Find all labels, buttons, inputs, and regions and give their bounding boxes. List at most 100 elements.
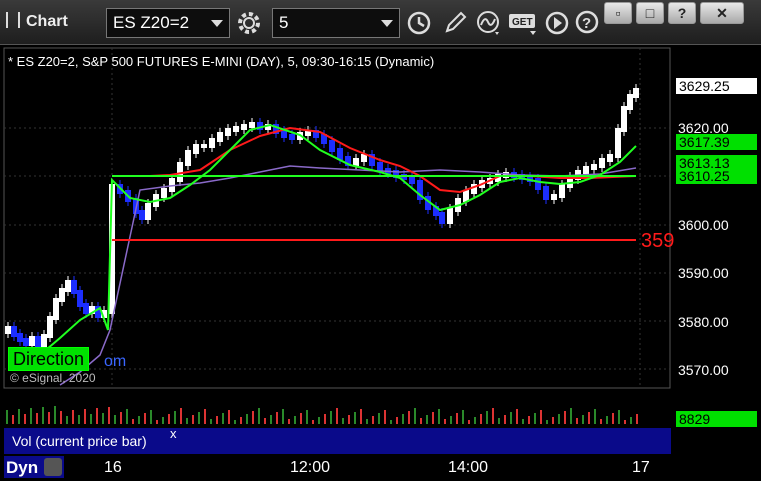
- volume-bar: [204, 409, 206, 424]
- symbol-combo[interactable]: ES Z20=2: [106, 8, 230, 38]
- volume-bar: [390, 420, 392, 424]
- candle-body: [17, 333, 23, 342]
- volume-bar: [300, 413, 302, 424]
- candle-body: [329, 140, 335, 152]
- volume-bar: [162, 417, 164, 424]
- volume-bar: [588, 412, 590, 424]
- candle-body: [185, 150, 191, 166]
- volume-bar: [90, 414, 92, 424]
- price-tick: 3580.00: [678, 314, 729, 330]
- volume-bar: [348, 415, 350, 424]
- help-button[interactable]: ?: [574, 8, 600, 38]
- volume-bar: [138, 416, 140, 424]
- volume-bar: [60, 411, 62, 424]
- direction-badge: Direction: [8, 347, 90, 371]
- volume-bar: [480, 414, 482, 424]
- maximize-window-button[interactable]: □: [636, 2, 664, 24]
- candle-body: [59, 288, 65, 302]
- volume-bar: [384, 410, 386, 424]
- volume-bar: [210, 419, 212, 424]
- volume-bar: [486, 411, 488, 424]
- volume-bar: [510, 412, 512, 424]
- candle-body: [559, 184, 565, 198]
- studies-button[interactable]: [474, 8, 504, 38]
- clock-button[interactable]: [404, 8, 434, 38]
- price-tick: 3600.00: [678, 217, 729, 233]
- volume-bar: [168, 414, 170, 424]
- volume-bar: [12, 415, 14, 424]
- volume-bar: [396, 417, 398, 424]
- candle-body: [209, 138, 215, 148]
- volume-bar: [498, 418, 500, 424]
- app-title-text: Chart: [26, 13, 68, 30]
- volume-bar: [144, 413, 146, 424]
- candle-body: [77, 290, 83, 307]
- volume-bar: [222, 413, 224, 424]
- volume-close-icon[interactable]: x: [170, 426, 177, 441]
- time-tick: 14:00: [448, 459, 489, 476]
- volume-bar: [126, 409, 128, 424]
- volume-bar: [294, 416, 296, 424]
- maximize-icon: □: [645, 5, 655, 21]
- candle-body: [193, 144, 199, 154]
- volume-bar: [72, 410, 74, 424]
- volume-bar: [324, 414, 326, 424]
- chevron-down-icon[interactable]: [381, 20, 393, 27]
- volume-bar: [264, 418, 266, 424]
- candle-body: [607, 154, 613, 162]
- volume-bar: [156, 420, 158, 424]
- interval-combo[interactable]: 5: [272, 8, 400, 38]
- get-button[interactable]: GET: [508, 8, 540, 38]
- time-tick: 12:00: [290, 459, 331, 476]
- clock-icon: [407, 11, 431, 35]
- question-icon: ?: [677, 5, 687, 21]
- volume-bar: [354, 412, 356, 424]
- restore-window-button[interactable]: ▫: [604, 2, 632, 24]
- volume-bar: [192, 415, 194, 424]
- price-tag-level: 3610.25: [676, 168, 757, 184]
- time-tick: 17: [632, 459, 650, 476]
- volume-bar: [258, 408, 260, 424]
- candle-body: [53, 298, 59, 320]
- interval-value: 5: [279, 13, 289, 32]
- volume-bar: [48, 412, 50, 424]
- volume-bar: [438, 409, 440, 424]
- settings-gear-button[interactable]: [234, 8, 264, 38]
- volume-bar: [24, 414, 26, 424]
- candle-body: [71, 280, 77, 294]
- volume-value-tag: 8829: [676, 411, 757, 427]
- plot-frame: [3, 47, 671, 389]
- dyn-settings-icon[interactable]: [44, 458, 62, 476]
- chevron-down-icon[interactable]: [211, 20, 223, 27]
- candle-body: [41, 334, 47, 348]
- volume-bar: [270, 415, 272, 424]
- volume-bar: [186, 418, 188, 424]
- volume-bar: [330, 411, 332, 424]
- draw-pencil-button[interactable]: [440, 8, 470, 38]
- price-chart[interactable]: [0, 44, 761, 481]
- close-window-button[interactable]: ✕: [700, 2, 744, 24]
- volume-bar: [120, 412, 122, 424]
- price-tick: 3570.00: [678, 362, 729, 378]
- play-button[interactable]: [542, 8, 572, 38]
- volume-bar: [102, 413, 104, 424]
- volume-bar: [36, 413, 38, 424]
- volume-bar: [234, 420, 236, 424]
- candle-body: [535, 178, 541, 190]
- time-tick: 16: [104, 459, 122, 476]
- volume-bar: [66, 416, 68, 424]
- pencil-icon: [445, 11, 467, 33]
- candle-body: [241, 124, 247, 130]
- volume-bar: [132, 419, 134, 424]
- volume-bar: [252, 411, 254, 424]
- volume-bar: [504, 415, 506, 424]
- volume-bar: [108, 407, 110, 424]
- candle-body: [225, 128, 231, 136]
- app-title: Chart: [6, 12, 68, 31]
- candle-body: [633, 88, 639, 98]
- volume-bar: [96, 408, 98, 424]
- candle-body: [591, 164, 597, 170]
- help-window-button[interactable]: ?: [668, 2, 696, 24]
- candle-body: [145, 203, 151, 220]
- price-tick: 3620.00: [678, 120, 729, 136]
